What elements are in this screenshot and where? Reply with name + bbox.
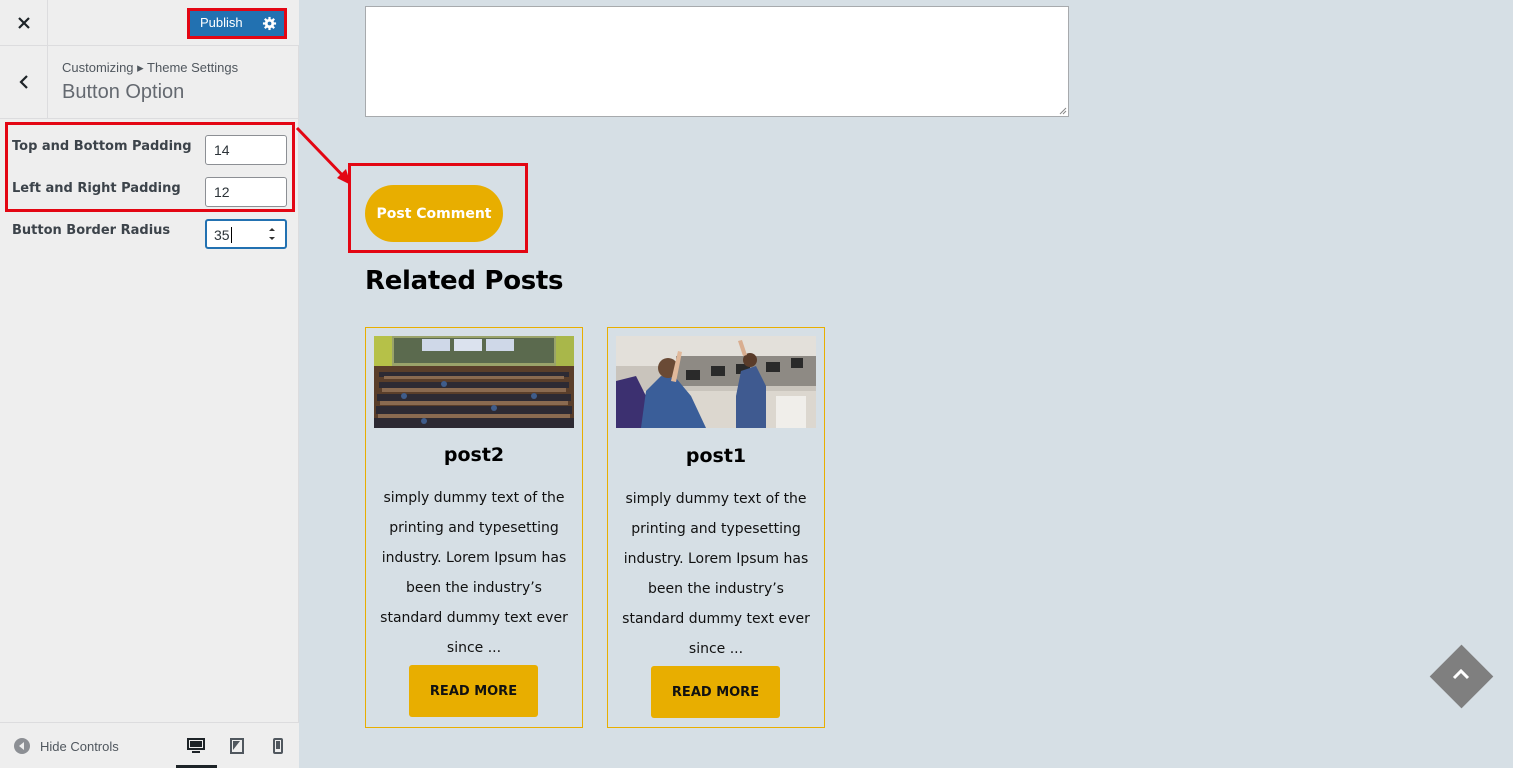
excerpt-line: industry. Lorem Ipsum has [623, 551, 809, 567]
site-preview: Post Comment Related Posts post2 simply … [300, 0, 1513, 768]
excerpt-line: standard dummy text ever [622, 611, 810, 627]
tablet-icon [230, 738, 244, 754]
chevron-up-icon [1452, 668, 1470, 680]
post-thumbnail[interactable] [374, 336, 574, 428]
excerpt-line: simply dummy text of the [383, 490, 565, 506]
customizer-sidebar: Publish Customizing ▸ Theme Settings But… [0, 0, 299, 768]
chevron-left-icon [18, 75, 28, 89]
post-excerpt: simply dummy text of the printing and ty… [372, 483, 576, 663]
gear-icon[interactable] [262, 16, 277, 31]
excerpt-line: since ... [446, 640, 502, 656]
section-header: Customizing ▸ Theme Settings Button Opti… [0, 46, 299, 119]
close-customizer-button[interactable] [0, 0, 48, 45]
excerpt-line: standard dummy text ever [380, 610, 568, 626]
mobile-icon [273, 738, 283, 754]
desktop-icon [187, 738, 205, 753]
hide-controls-label: Hide Controls [40, 738, 119, 754]
publish-label: Publish [200, 15, 243, 30]
read-more-button[interactable]: READ MORE [651, 666, 780, 718]
section-title: Button Option [62, 81, 185, 103]
desktop-preview-button[interactable] [183, 735, 209, 757]
related-post-card: post1 simply dummy text of the printing … [607, 327, 825, 728]
hide-controls-button[interactable]: Hide Controls [14, 738, 119, 754]
read-more-button[interactable]: READ MORE [409, 665, 538, 717]
publish-highlight-box: Publish [187, 8, 287, 39]
excerpt-line: since ... [688, 641, 744, 657]
collapse-arrow-icon [14, 738, 30, 754]
back-button[interactable] [0, 46, 48, 118]
number-spinner-icon[interactable] [267, 224, 277, 244]
related-posts-heading: Related Posts [365, 266, 564, 296]
top-bottom-padding-input[interactable] [205, 135, 287, 165]
resize-grip-icon[interactable] [1059, 107, 1067, 115]
comment-textarea[interactable] [365, 6, 1069, 117]
border-radius-input[interactable]: 35 [205, 219, 287, 249]
border-radius-label: Button Border Radius [12, 223, 171, 238]
left-right-padding-input[interactable] [205, 177, 287, 207]
left-right-padding-label: Left and Right Padding [12, 181, 181, 196]
close-icon [17, 16, 30, 29]
excerpt-line: industry. Lorem Ipsum has [381, 550, 567, 566]
publish-button[interactable]: Publish [190, 11, 284, 36]
related-post-card: post2 simply dummy text of the printing … [365, 327, 583, 728]
mobile-preview-button[interactable] [265, 735, 291, 757]
customizer-footer: Hide Controls [0, 722, 299, 768]
top-bottom-padding-label: Top and Bottom Padding [12, 139, 192, 154]
post-title[interactable]: post1 [608, 445, 824, 467]
excerpt-line: printing and typesetting [631, 521, 801, 537]
post-excerpt: simply dummy text of the printing and ty… [614, 484, 818, 664]
post-thumbnail[interactable] [616, 336, 816, 428]
excerpt-line: printing and typesetting [389, 520, 559, 536]
excerpt-line: been the industry’s [406, 580, 542, 596]
post-comment-button[interactable]: Post Comment [365, 185, 503, 242]
customizer-header: Publish [0, 0, 299, 46]
tablet-preview-button[interactable] [224, 735, 250, 757]
post-title[interactable]: post2 [366, 444, 582, 466]
border-radius-value: 35 [214, 227, 230, 243]
breadcrumb: Customizing ▸ Theme Settings [62, 60, 239, 75]
excerpt-line: been the industry’s [648, 581, 784, 597]
excerpt-line: simply dummy text of the [625, 491, 807, 507]
